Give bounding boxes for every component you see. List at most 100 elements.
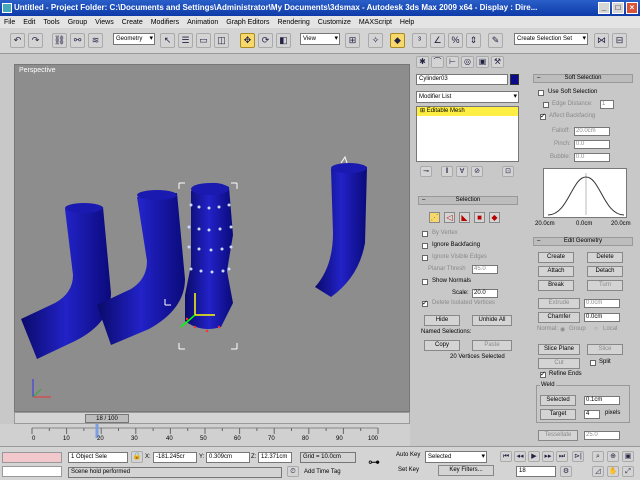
soft-selection-rollout-header[interactable]: Soft Selection (533, 74, 633, 83)
mirror-icon[interactable]: ⋈ (594, 33, 609, 48)
vertex-subobject-icon[interactable]: ⋰ (429, 212, 440, 223)
key-filters-button[interactable]: Key Filters... (438, 465, 494, 476)
menu-edit[interactable]: Edit (19, 19, 39, 26)
pin-stack-icon[interactable]: ⊸ (420, 166, 432, 177)
tessellate-spinner[interactable]: 25.0 (584, 431, 620, 440)
maximize-button[interactable]: □ (612, 2, 624, 14)
snaps-toggle-icon[interactable]: ³ (412, 33, 427, 48)
spinner-snap-icon[interactable]: ⇕ (466, 33, 481, 48)
slice-plane-button[interactable]: Slice Plane (538, 344, 580, 355)
by-vertex-checkbox[interactable] (422, 231, 428, 237)
edge-subobject-icon[interactable]: ◁ (444, 212, 455, 223)
unhide-all-button[interactable]: Unhide All (472, 315, 512, 326)
bind-space-warp-icon[interactable]: ≋ (88, 33, 103, 48)
planar-thresh-spinner[interactable]: 45.0 (472, 265, 498, 274)
menu-views[interactable]: Views (91, 19, 118, 26)
z-coordinate-field[interactable]: 12.371cm (258, 452, 292, 463)
menu-modifiers[interactable]: Modifiers (147, 19, 183, 26)
cylinder-bent-4[interactable] (315, 155, 367, 297)
extrude-button[interactable]: Extrude (538, 298, 580, 309)
local-radio-icon[interactable]: ○ (594, 326, 598, 332)
detach-button[interactable]: Detach (587, 266, 623, 277)
slice-button[interactable]: Slice (587, 344, 623, 355)
select-and-move-icon[interactable]: ✥ (240, 33, 255, 48)
menu-rendering[interactable]: Rendering (273, 19, 313, 26)
configure-modifier-sets-icon[interactable]: ⊡ (502, 166, 514, 177)
key-icon[interactable]: ⊶ (368, 455, 380, 469)
create-tab-icon[interactable]: ✱ (416, 56, 429, 68)
select-object-icon[interactable]: ↖ (160, 33, 175, 48)
modifier-stack[interactable]: ⊞ Editable Mesh (416, 106, 519, 162)
time-configuration-icon[interactable]: ⚙ (560, 466, 572, 477)
set-key-button[interactable]: Set Key (398, 467, 419, 473)
time-slider-thumb[interactable]: 18 / 100 (85, 414, 129, 423)
perspective-viewport[interactable]: Perspective (14, 64, 410, 412)
named-selection-sets-dropdown[interactable]: Create Selection Set (514, 33, 588, 45)
menu-group[interactable]: Group (64, 19, 91, 26)
maxscript-input-mini[interactable] (2, 466, 62, 477)
edge-distance-spinner[interactable]: 1 (600, 100, 614, 109)
close-button[interactable]: × (626, 2, 638, 14)
extrude-spinner[interactable]: 0.0cm (584, 299, 620, 308)
menu-help[interactable]: Help (396, 19, 418, 26)
key-mode-dropdown[interactable]: Selected (425, 451, 487, 463)
object-name-field[interactable]: Cylinder03 (416, 74, 508, 85)
display-tab-icon[interactable]: ▣ (476, 56, 489, 68)
menu-animation[interactable]: Animation (183, 19, 222, 26)
turn-button[interactable]: Turn (587, 280, 623, 291)
x-coordinate-field[interactable]: -181.245cr (153, 452, 197, 463)
motion-tab-icon[interactable]: ◎ (461, 56, 474, 68)
edit-geometry-rollout-header[interactable]: Edit Geometry (533, 237, 633, 246)
weld-threshold-spinner[interactable]: 0.1cm (584, 396, 620, 405)
ignore-visible-edges-checkbox[interactable] (422, 255, 428, 261)
affect-backfacing-checkbox[interactable] (540, 112, 546, 120)
make-unique-icon[interactable]: ∀ (456, 166, 468, 177)
stack-item-editable-mesh[interactable]: ⊞ Editable Mesh (417, 107, 518, 116)
weld-selected-button[interactable]: Selected (540, 395, 576, 406)
undo-icon[interactable]: ↶ (10, 33, 25, 48)
object-color-swatch[interactable] (510, 74, 519, 85)
selection-filter-dropdown[interactable]: Geometry (113, 33, 155, 45)
play-icon[interactable]: ▶ (528, 451, 540, 462)
hierarchy-tab-icon[interactable]: ⊢ (446, 56, 459, 68)
menu-maxscript[interactable]: MAXScript (355, 19, 396, 26)
tessellate-button[interactable]: Tessellate (538, 430, 578, 441)
pivot-center-icon[interactable]: ⊞ (345, 33, 360, 48)
select-and-rotate-icon[interactable]: ⟳ (258, 33, 273, 48)
bubble-spinner[interactable]: 0.0 (574, 153, 610, 162)
pinch-spinner[interactable]: 0.0 (574, 140, 610, 149)
redo-icon[interactable]: ↷ (28, 33, 43, 48)
group-radio-icon[interactable]: ◉ (560, 326, 565, 333)
select-and-scale-icon[interactable]: ◧ (276, 33, 291, 48)
chamfer-spinner[interactable]: 0.0cm (584, 313, 620, 322)
menu-file[interactable]: File (0, 19, 19, 26)
utilities-tab-icon[interactable]: ⚒ (491, 56, 504, 68)
angle-snap-icon[interactable]: ∠ (430, 33, 445, 48)
edge-distance-checkbox[interactable] (543, 102, 549, 108)
polygon-subobject-icon[interactable]: ■ (474, 212, 485, 223)
menu-tools[interactable]: Tools (39, 19, 63, 26)
key-mode-toggle-icon[interactable]: ⊳| (572, 451, 584, 462)
current-frame-field[interactable]: 18 (516, 466, 556, 477)
go-to-end-icon[interactable]: ⏭ (556, 451, 568, 462)
maxscript-listener-mini[interactable] (2, 452, 62, 463)
attach-button[interactable]: Attach (538, 266, 574, 277)
falloff-spinner[interactable]: 20.0cm (574, 127, 610, 136)
modifier-list-dropdown[interactable]: Modifier List (416, 91, 519, 103)
selection-lock-icon[interactable]: 🔒 (131, 451, 143, 463)
target-weld-button[interactable]: Target (540, 409, 576, 420)
window-crossing-icon[interactable]: ◫ (214, 33, 229, 48)
add-time-tag-label[interactable]: Add Time Tag (304, 469, 341, 475)
edit-named-selection-icon[interactable]: ✎ (488, 33, 503, 48)
keyboard-shortcut-override-icon[interactable]: ◆ (390, 33, 405, 48)
show-end-result-icon[interactable]: ‖ (441, 166, 453, 177)
go-to-start-icon[interactable]: ⏮ (500, 451, 512, 462)
cut-button[interactable]: Cut (538, 358, 580, 369)
target-pixels-spinner[interactable]: 4 (584, 410, 600, 419)
create-button[interactable]: Create (538, 252, 574, 263)
copy-button[interactable]: Copy (424, 340, 460, 351)
show-normals-checkbox[interactable] (422, 279, 428, 285)
scale-spinner[interactable]: 20.0 (472, 289, 498, 298)
menu-graph-editors[interactable]: Graph Editors (222, 19, 273, 26)
selection-rollout-header[interactable]: Selection (418, 196, 518, 205)
